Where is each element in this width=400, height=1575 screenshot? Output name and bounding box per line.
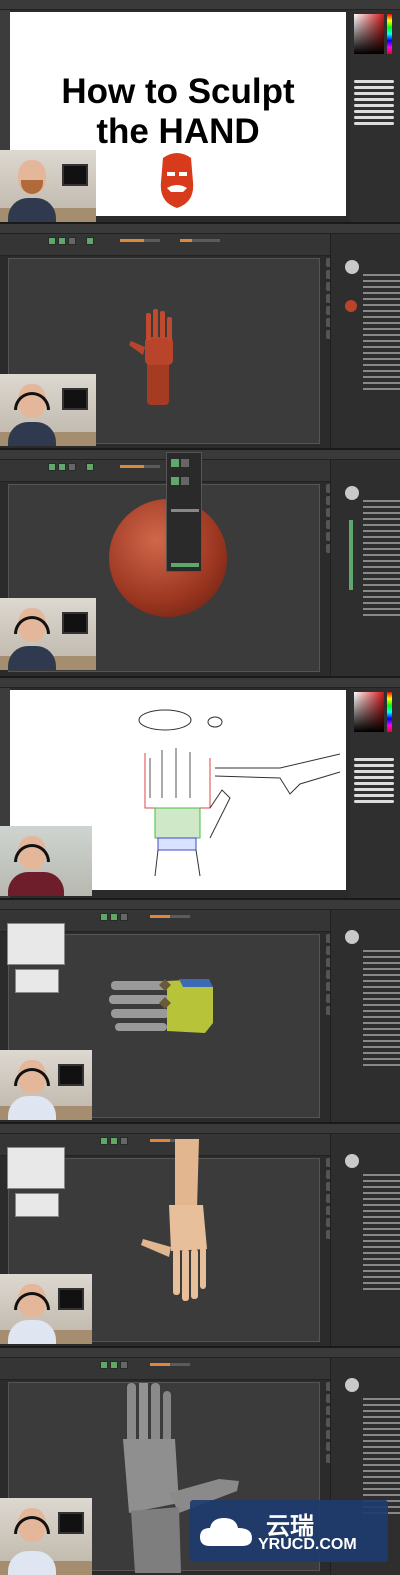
webcam-overlay <box>0 1498 92 1575</box>
photoshop-menu-bar[interactable] <box>0 678 400 688</box>
title-line-2: the HAND <box>96 112 260 151</box>
zbrush-menu-bar[interactable] <box>0 1348 400 1358</box>
reference-image-side <box>15 1193 59 1217</box>
zbrush-toolbar[interactable] <box>0 1358 330 1380</box>
cloud-icon <box>200 1518 252 1546</box>
zbrush-right-tray[interactable] <box>330 910 400 1122</box>
reference-image-hands <box>7 1147 65 1189</box>
brush-popup-palette[interactable] <box>166 452 202 572</box>
beard-man-logo-icon <box>160 153 194 208</box>
webcam-overlay <box>0 374 96 446</box>
frame-zbrush-sphere <box>0 450 400 676</box>
zbrush-menu-bar[interactable] <box>0 224 400 234</box>
brush-presets[interactable] <box>354 758 394 806</box>
skin-hand-model <box>141 1139 207 1301</box>
zbrush-toolbar[interactable] <box>0 460 330 482</box>
zbrush-toolbar[interactable] <box>0 234 330 256</box>
frame-photoshop-title: How to Sculpt the HAND <box>0 0 400 222</box>
title-line-1: How to Sculpt <box>61 72 295 111</box>
photoshop-right-panel[interactable] <box>350 688 400 898</box>
color-picker[interactable] <box>354 14 384 54</box>
webcam-overlay <box>0 150 96 222</box>
webcam-overlay <box>0 1274 92 1344</box>
zbrush-right-tray[interactable] <box>330 234 400 448</box>
frame-zbrush-clay-hand <box>0 224 400 448</box>
watermark-domain-text: YRUCD.COM <box>258 1536 357 1553</box>
clay-hand-model <box>129 309 173 405</box>
reference-image-hands <box>7 923 65 965</box>
zbrush-menu-bar[interactable] <box>0 1124 400 1134</box>
webcam-overlay <box>0 1050 92 1120</box>
photoshop-right-panel[interactable] <box>350 10 400 222</box>
blockout-hand-model <box>109 979 213 1033</box>
webcam-overlay <box>0 598 96 670</box>
reference-image-side <box>15 969 59 993</box>
frame-zbrush-blockout <box>0 900 400 1122</box>
hue-slider[interactable] <box>387 692 392 732</box>
color-picker[interactable] <box>354 692 384 732</box>
zbrush-menu-bar[interactable] <box>0 900 400 910</box>
watermark-badge: 云瑞 YRUCD.COM <box>190 1500 388 1562</box>
brush-presets[interactable] <box>354 80 394 128</box>
zbrush-right-tray[interactable] <box>330 1134 400 1346</box>
frame-zbrush-skin-hand <box>0 1124 400 1346</box>
webcam-overlay <box>0 826 92 896</box>
zbrush-right-tray[interactable] <box>330 460 400 676</box>
hand-anatomy-sketch <box>138 709 341 877</box>
frame-photoshop-sketch <box>0 678 400 898</box>
photoshop-menu-bar[interactable] <box>0 0 400 10</box>
hue-slider[interactable] <box>387 14 392 54</box>
